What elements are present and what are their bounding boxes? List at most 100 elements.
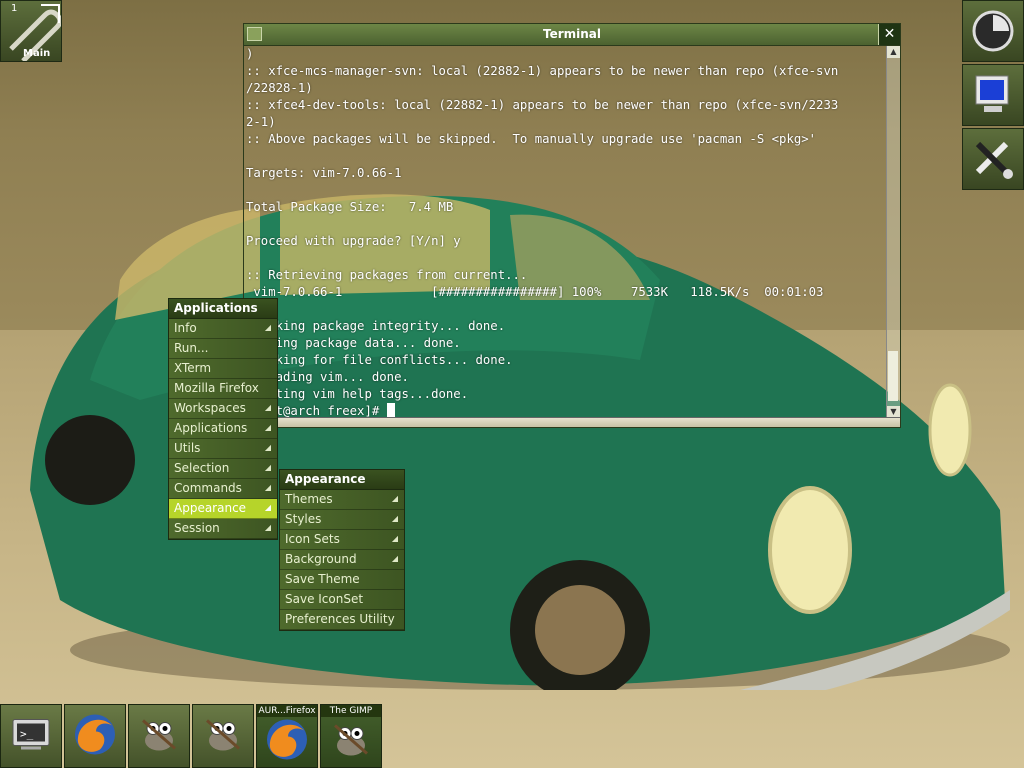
terminal-line: :: Retrieving packages from current...: [246, 268, 528, 282]
menu-item-preferences-utility[interactable]: Preferences Utility: [280, 610, 404, 630]
terminal-line: 2-1): [246, 115, 276, 129]
taskbar-button[interactable]: [128, 704, 190, 768]
terminal-icon: >_: [11, 718, 51, 755]
menu-item-workspaces[interactable]: Workspaces ◢: [169, 399, 277, 419]
submenu-arrow-icon: ◢: [264, 463, 271, 472]
submenu-arrow-icon: ◢: [264, 423, 271, 432]
terminal-line: checking package integrity... done.: [246, 319, 506, 333]
terminal-line: upgrading vim... done.: [246, 370, 409, 384]
gimp-icon: [329, 719, 373, 762]
menu-item-xterm[interactable]: XTerm: [169, 359, 277, 379]
submenu-arrow-icon: ◢: [391, 554, 398, 563]
menu-item-label: Styles: [285, 512, 322, 526]
workspace-name: Main: [23, 48, 51, 59]
menu-item-appearance[interactable]: Appearance ◢: [169, 499, 277, 519]
gimp-icon: [201, 715, 245, 758]
submenu-arrow-icon: ◢: [391, 514, 398, 523]
terminal-line: :: Above packages will be skipped. To ma…: [246, 132, 817, 146]
gimp-icon: [137, 715, 181, 758]
display-monitor-icon: [975, 75, 1009, 112]
menu-item-run[interactable]: Run...: [169, 339, 277, 359]
terminal-line: vim-7.0.66-1 [################] 100% 753…: [246, 285, 824, 299]
terminal-line: :: xfce4-dev-tools: local (22882-1) appe…: [246, 98, 839, 112]
menu-item-commands[interactable]: Commands ◢: [169, 479, 277, 499]
menu-item-themes[interactable]: Themes ◢: [280, 490, 404, 510]
menu-item-label: Run...: [174, 341, 209, 355]
submenu-arrow-icon: ◢: [264, 503, 271, 512]
submenu-arrow-icon: ◢: [264, 523, 271, 532]
applications-menu-title: Applications: [169, 299, 277, 319]
submenu-arrow-icon: ◢: [391, 534, 398, 543]
terminal-line: loading package data... done.: [246, 336, 461, 350]
settings-tools-icon: [975, 141, 1013, 179]
submenu-arrow-icon: ◢: [264, 443, 271, 452]
menu-item-selection[interactable]: Selection ◢: [169, 459, 277, 479]
menu-item-utils[interactable]: Utils ◢: [169, 439, 277, 459]
menu-item-info[interactable]: Info ◢: [169, 319, 277, 339]
text-cursor: [386, 403, 395, 417]
terminal-line: Proceed with upgrade? [Y/n] y: [246, 234, 461, 248]
taskbar-button[interactable]: [192, 704, 254, 768]
terminal-bottom-bar: [244, 417, 900, 427]
taskbar-button[interactable]: AUR...Firefox: [256, 704, 318, 768]
submenu-arrow-icon: ◢: [264, 403, 271, 412]
menu-item-label: Workspaces: [174, 401, 246, 415]
menu-item-mozilla-firefox[interactable]: Mozilla Firefox: [169, 379, 277, 399]
scrollbar-thumb[interactable]: [888, 351, 898, 401]
terminal-window[interactable]: Terminal ✕ ):: xfce-mcs-manager-svn: loc…: [243, 23, 901, 428]
menu-item-label: Info: [174, 321, 197, 335]
submenu-arrow-icon: ◢: [391, 494, 398, 503]
terminal-scrollbar[interactable]: ▲ ▼: [886, 46, 900, 418]
menu-item-background[interactable]: Background ◢: [280, 550, 404, 570]
menu-item-label: Session: [174, 521, 220, 535]
firefox-icon: [264, 716, 310, 765]
taskbar-button[interactable]: >_: [0, 704, 62, 768]
menu-item-label: Utils: [174, 441, 201, 455]
system-monitor-icon: [972, 10, 1014, 52]
taskbar-button[interactable]: [64, 704, 126, 768]
menu-item-label: Commands: [174, 481, 242, 495]
menu-item-label: Save Theme: [285, 572, 360, 586]
terminal-line: /22828-1): [246, 81, 313, 95]
terminal-line: Total Package Size: 7.4 MB: [246, 200, 454, 214]
terminal-line: checking for file conflicts... done.: [246, 353, 513, 367]
menu-item-label: Preferences Utility: [285, 612, 395, 626]
menu-item-save-iconset[interactable]: Save IconSet: [280, 590, 404, 610]
terminal-line: :: xfce-mcs-manager-svn: local (22882-1)…: [246, 64, 839, 78]
taskbar-button[interactable]: The GIMP: [320, 704, 382, 768]
applications-menu[interactable]: Applications Info ◢ Run... XTerm Mozilla Fir…: [168, 298, 278, 540]
menu-item-save-theme[interactable]: Save Theme: [280, 570, 404, 590]
menu-item-label: Mozilla Firefox: [174, 381, 259, 395]
terminal-titlebar[interactable]: Terminal ✕: [244, 24, 900, 46]
menu-item-applications[interactable]: Applications ◢: [169, 419, 277, 439]
submenu-arrow-icon: ◢: [264, 323, 271, 332]
firefox-icon: [72, 712, 118, 761]
terminal-line: ): [246, 47, 254, 61]
terminal-output[interactable]: ):: xfce-mcs-manager-svn: local (22882-1…: [244, 46, 886, 418]
dock-system-monitor[interactable]: [962, 0, 1024, 62]
scroll-up-arrow-icon[interactable]: ▲: [887, 46, 900, 58]
menu-item-label: XTerm: [174, 361, 212, 375]
menu-item-icon-sets[interactable]: Icon Sets ◢: [280, 530, 404, 550]
menu-item-label: Save IconSet: [285, 592, 364, 606]
terminal-title: Terminal: [542, 27, 602, 41]
appearance-menu[interactable]: Appearance Themes ◢ Styles ◢ Icon Sets ◢ Backg…: [279, 469, 405, 631]
taskbar-button-label: AUR...Firefox: [257, 705, 317, 717]
menu-item-label: Selection: [174, 461, 230, 475]
dock-display[interactable]: [962, 64, 1024, 126]
dock-settings[interactable]: [962, 128, 1024, 190]
menu-item-label: Themes: [285, 492, 333, 506]
menu-item-styles[interactable]: Styles ◢: [280, 510, 404, 530]
workspace-switcher[interactable]: 1 Main: [0, 0, 62, 62]
menu-item-label: Applications: [174, 421, 248, 435]
menu-item-session[interactable]: Session ◢: [169, 519, 277, 539]
menu-item-label: Background: [285, 552, 357, 566]
svg-text:>_: >_: [20, 728, 34, 741]
close-button[interactable]: ✕: [878, 24, 900, 45]
taskbar-button-label: The GIMP: [321, 705, 381, 717]
